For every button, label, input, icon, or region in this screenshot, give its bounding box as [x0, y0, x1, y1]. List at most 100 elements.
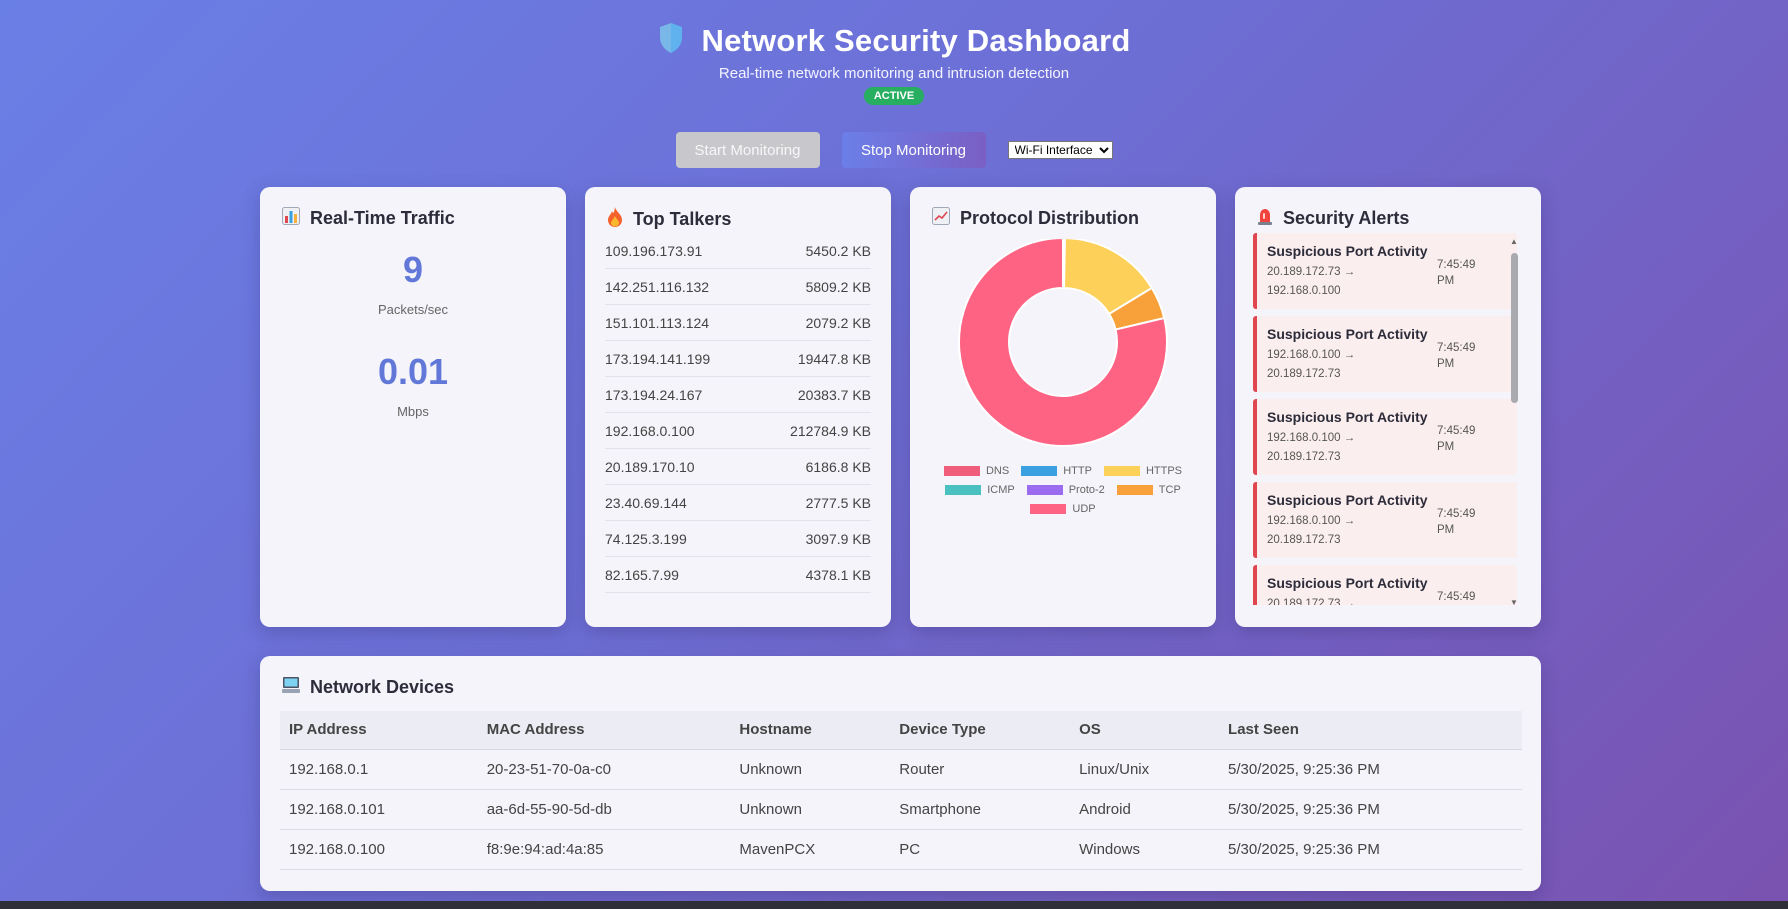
legend-item[interactable]: DNS	[943, 465, 1009, 477]
legend-swatch	[1026, 485, 1063, 495]
legend-item[interactable]: HTTP	[1021, 465, 1092, 477]
talker-size: 5450.2 KB	[805, 242, 871, 259]
legend-label: ICMP	[987, 484, 1015, 496]
talker-row: 20.189.170.10 6186.8 KB	[605, 449, 871, 485]
talker-row: 23.40.69.144 2777.5 KB	[605, 485, 871, 521]
scroll-down-arrow-icon[interactable]: ▼	[1509, 598, 1519, 607]
alert-destination: 20.189.172.73	[1267, 534, 1341, 546]
column-header[interactable]: OS	[1070, 711, 1220, 750]
legend-swatch	[1116, 485, 1153, 495]
legend-item[interactable]: TCP	[1116, 484, 1181, 496]
alert-item[interactable]: Suspicious Port Activity 20.189.172.73 → 7…	[1253, 565, 1517, 605]
column-header[interactable]: Last Seen	[1219, 711, 1522, 750]
alert-time-clock: 7:45:49	[1437, 508, 1476, 520]
siren-icon	[1257, 207, 1273, 230]
security-alerts-card: Security Alerts Suspicious Port Activity…	[1235, 187, 1541, 627]
talker-size: 6186.8 KB	[805, 458, 871, 475]
top-talkers-list: 109.196.173.91 5450.2 KB 142.251.116.132 58…	[605, 233, 871, 593]
talker-size: 3097.9 KB	[805, 530, 871, 547]
alert-item[interactable]: Suspicious Port Activity 192.168.0.100 → 2…	[1253, 399, 1517, 475]
legend-swatch	[1103, 466, 1140, 476]
legend-item[interactable]: HTTPS	[1103, 465, 1182, 477]
legend-item[interactable]: UDP	[1030, 503, 1096, 515]
talker-ip: 173.194.24.167	[605, 386, 703, 403]
table-cell: MavenPCX	[730, 829, 891, 870]
talker-size: 4378.1 KB	[805, 566, 871, 583]
talker-row: 74.125.3.199 3097.9 KB	[605, 521, 871, 557]
alert-destination: 20.189.172.73	[1267, 368, 1341, 380]
interface-select[interactable]: Wi-Fi Interface	[1007, 141, 1113, 159]
legend-label: TCP	[1158, 484, 1181, 496]
protocol-legend: DNS HTTP HTTPS ICMP Proto-2 TCP UDP	[928, 465, 1198, 515]
alert-time: 7:45:49 PM	[1437, 506, 1487, 538]
talker-ip: 109.196.173.91	[605, 242, 703, 259]
alert-route: 20.189.172.73 →	[1267, 595, 1427, 605]
talker-row: 109.196.173.91 5450.2 KB	[605, 233, 871, 269]
talker-size: 2079.2 KB	[805, 314, 871, 331]
stop-monitoring-button[interactable]: Stop Monitoring	[841, 132, 986, 168]
alert-time: 7:45:49 PM	[1437, 340, 1487, 372]
dashboard-header: Network Security Dashboard Real-time net…	[0, 22, 1788, 105]
legend-item[interactable]: Proto-2	[1026, 484, 1105, 496]
start-monitoring-button[interactable]: Start Monitoring	[675, 132, 820, 168]
scrollbar-thumb[interactable]	[1511, 253, 1518, 403]
alert-time-period: PM	[1437, 358, 1455, 370]
alert-destination: 20.189.172.73	[1267, 451, 1341, 463]
table-cell: PC	[890, 829, 1071, 870]
page-subtitle: Real-time network monitoring and intrusi…	[718, 65, 1070, 82]
talker-row: 82.165.7.99 4378.1 KB	[605, 557, 871, 593]
alert-item[interactable]: Suspicious Port Activity 192.168.0.100 → 2…	[1253, 316, 1517, 392]
table-cell: Unknown	[730, 749, 891, 790]
legend-label: HTTP	[1063, 465, 1092, 477]
monitoring-controls: Start Monitoring Stop Monitoring Wi-Fi I…	[0, 132, 1788, 168]
talker-ip: 173.194.141.199	[605, 350, 711, 367]
protocol-card-title: Protocol Distribution	[932, 207, 1139, 230]
alert-source: 192.168.0.100 →	[1267, 432, 1356, 444]
column-header[interactable]: Hostname	[730, 711, 891, 750]
column-header[interactable]: MAC Address	[477, 711, 731, 750]
devices-table-body: 192.168.0.1 20-23-51-70-0a-c0 Unknown Route…	[280, 749, 1522, 870]
table-cell: aa-6d-55-90-5d-db	[477, 789, 731, 830]
traffic-title: Real-Time Traffic	[310, 208, 455, 228]
table-cell: Unknown	[730, 789, 891, 830]
table-row[interactable]: 192.168.0.100 f8:9e:94:ad:4a:85 MavenPCX PC…	[280, 829, 1522, 870]
alert-item[interactable]: Suspicious Port Activity 192.168.0.100 → 2…	[1253, 482, 1517, 558]
mbps-label: Mbps	[397, 404, 429, 419]
status-badge: ACTIVE	[863, 87, 925, 105]
talker-ip: 23.40.69.144	[605, 494, 687, 511]
talker-size: 20383.7 KB	[797, 386, 871, 403]
talker-ip: 20.189.170.10	[605, 458, 695, 475]
alerts-scrollbar[interactable]: ▲ ▼	[1509, 237, 1519, 607]
column-header[interactable]: Device Type	[890, 711, 1071, 750]
traffic-card: Real-Time Traffic 9 Packets/sec 0.01 Mbp…	[260, 187, 566, 627]
legend-label: UDP	[1072, 503, 1096, 515]
column-header[interactable]: IP Address	[280, 711, 478, 750]
network-devices-title: Network Devices	[310, 677, 455, 697]
legend-swatch	[943, 466, 980, 476]
scroll-up-arrow-icon[interactable]: ▲	[1509, 237, 1519, 246]
legend-swatch	[1030, 504, 1067, 514]
legend-label: Proto-2	[1068, 484, 1105, 496]
table-cell: 5/30/2025, 9:25:36 PM	[1219, 789, 1522, 830]
protocol-title: Protocol Distribution	[960, 208, 1139, 228]
table-row[interactable]: 192.168.0.101 aa-6d-55-90-5d-db Unknown Sma…	[280, 789, 1522, 830]
talker-row: 192.168.0.100 212784.9 KB	[605, 413, 871, 449]
alert-time-clock: 7:45:49	[1437, 425, 1476, 437]
security-alerts-card-title: Security Alerts	[1257, 207, 1409, 230]
alert-destination: 192.168.0.100	[1267, 285, 1341, 297]
alerts-list[interactable]: Suspicious Port Activity 20.189.172.73 → 1…	[1253, 233, 1517, 605]
alert-item[interactable]: Suspicious Port Activity 20.189.172.73 → 1…	[1253, 233, 1517, 309]
devices-table: IP Address MAC Address Hostname Device Type…	[280, 711, 1522, 870]
network-devices-card-title: Network Devices	[282, 676, 454, 699]
line-chart-icon	[932, 207, 950, 230]
mbps-value: 0.01	[377, 351, 449, 392]
talker-row: 173.194.24.167 20383.7 KB	[605, 377, 871, 413]
alert-route: 192.168.0.100 → 20.189.172.73	[1267, 346, 1427, 384]
talker-ip: 74.125.3.199	[605, 530, 687, 547]
talker-size: 5809.2 KB	[805, 278, 871, 295]
packets-per-sec-label: Packets/sec	[377, 302, 449, 317]
talker-row: 151.101.113.124 2079.2 KB	[605, 305, 871, 341]
legend-item[interactable]: ICMP	[945, 484, 1015, 496]
table-row[interactable]: 192.168.0.1 20-23-51-70-0a-c0 Unknown Route…	[280, 749, 1522, 790]
alert-time-clock: 7:45:49	[1437, 591, 1476, 603]
